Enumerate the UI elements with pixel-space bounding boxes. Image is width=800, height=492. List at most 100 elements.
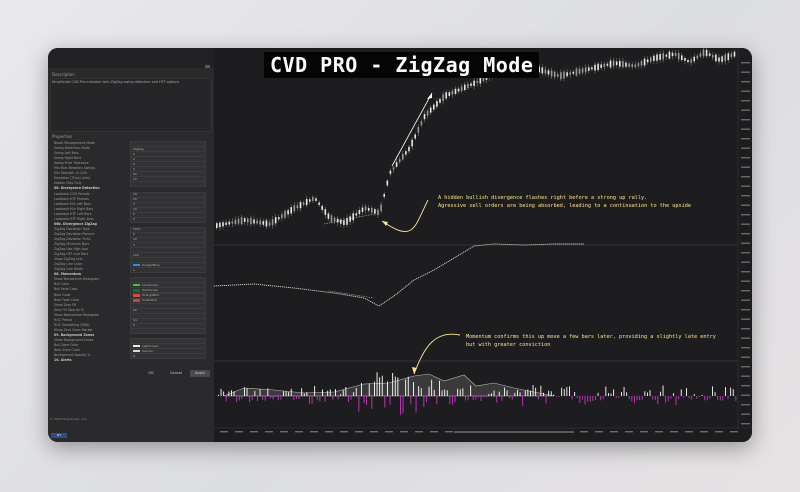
collapse-icon[interactable] — [205, 65, 210, 68]
momentum-bar — [459, 389, 461, 396]
momentum-annotation-line-2: but with greater conviction — [466, 341, 551, 348]
candle-body — [253, 219, 255, 224]
momentum-bar — [446, 390, 448, 396]
property-label: 06. Divergence Detection — [54, 186, 100, 191]
cancel-button[interactable]: Cancel — [166, 370, 186, 377]
candle-body — [302, 202, 305, 205]
momentum-bar — [657, 396, 659, 405]
time-axis-tick — [625, 431, 633, 433]
momentum-bar — [454, 396, 456, 403]
momentum-bar — [389, 396, 391, 405]
candle-body — [355, 213, 358, 216]
candle-body — [395, 162, 398, 167]
momentum-bar — [584, 396, 586, 405]
property-value-text: 100 — [133, 252, 139, 257]
property-value-text: 2 — [133, 217, 135, 222]
momentum-bar — [626, 392, 628, 396]
momentum-bar — [639, 396, 641, 401]
momentum-bar — [407, 376, 409, 396]
momentum-bar — [553, 394, 555, 396]
momentum-bar — [714, 392, 716, 396]
property-label: Swing Price Tolerance — [54, 161, 89, 166]
momentum-bar — [493, 390, 495, 396]
property-group-header[interactable]: 10. Alerts — [54, 358, 206, 363]
momentum-bar — [428, 386, 430, 396]
momentum-bar — [238, 396, 240, 401]
candle-body — [448, 92, 451, 96]
property-label: 10. Alerts — [54, 358, 72, 363]
divergence-annotation-line-1: A hidden bullish divergence flashes righ… — [438, 195, 648, 201]
momentum-bar — [306, 392, 308, 396]
chart-area[interactable]: A hidden bullish divergence flashes righ… — [213, 48, 752, 442]
momentum-bar — [415, 396, 417, 413]
price-axis-tick — [741, 90, 750, 92]
brand-badge[interactable]: NT — [51, 433, 67, 438]
candle-body — [646, 59, 649, 63]
property-value-text: 3 — [133, 202, 135, 207]
momentum-bar — [665, 396, 667, 403]
momentum-bar — [610, 393, 612, 396]
candle-body — [733, 51, 736, 57]
momentum-bar — [517, 390, 518, 396]
momentum-bar — [381, 375, 383, 396]
property-label: Lookback HTF Right Bars — [54, 216, 94, 221]
momentum-bar — [345, 386, 347, 396]
momentum-bar — [316, 396, 318, 401]
candle-body — [228, 221, 230, 225]
momentum-bar — [496, 396, 498, 403]
time-axis-tick — [430, 431, 438, 433]
price-axis-tick — [741, 328, 750, 330]
momentum-bar — [277, 396, 279, 401]
candle-body — [637, 63, 640, 66]
momentum-bar — [418, 386, 420, 396]
price-axis-tick — [741, 318, 750, 320]
momentum-bar — [368, 383, 370, 396]
momentum-bar — [439, 380, 440, 396]
momentum-bar — [314, 386, 316, 396]
candle-body — [684, 57, 686, 61]
property-value-text: 20 — [133, 192, 137, 196]
property-label: Lookback Min Left Bars — [54, 201, 91, 206]
momentum-bar — [511, 396, 513, 400]
momentum-bar — [618, 396, 620, 398]
momentum-bar — [660, 391, 661, 396]
candle-body — [333, 217, 336, 222]
candle-body — [374, 209, 376, 214]
momentum-bar — [272, 396, 274, 400]
momentum-bar — [220, 388, 222, 396]
momentum-bar — [290, 388, 292, 396]
property-label: Swing Left Bars — [54, 151, 79, 156]
momentum-bar — [649, 390, 651, 396]
momentum-bar — [556, 396, 557, 397]
candle-body — [665, 54, 668, 57]
ok-button[interactable]: OK — [144, 370, 158, 377]
candle-body — [730, 53, 733, 58]
app-window: Description NinjaScript CVD Pro indicato… — [48, 48, 752, 442]
candle-body — [327, 213, 330, 219]
momentum-bar — [636, 396, 638, 401]
momentum-bar — [706, 396, 708, 401]
momentum-bar — [613, 389, 615, 396]
candle-body — [560, 72, 562, 80]
property-label: Min Bars Between Swings — [54, 166, 95, 171]
property-label: Show ZigZag Line — [54, 257, 83, 262]
property-label: ZigZag Line Color — [54, 262, 83, 267]
candle-body — [265, 220, 268, 227]
price-chart[interactable] — [213, 48, 752, 442]
apply-button[interactable]: Apply — [190, 370, 210, 377]
candle-body — [464, 84, 466, 90]
candle-body — [653, 55, 655, 61]
momentum-bar — [558, 396, 560, 397]
candle-body — [575, 68, 578, 76]
property-value-text: LightGreen — [142, 343, 159, 348]
candle-body — [544, 69, 547, 74]
price-axis-tick — [741, 385, 750, 387]
candle-body — [240, 217, 243, 225]
property-value-text: IndianRed — [142, 298, 157, 303]
candle-body — [643, 58, 646, 66]
property-label: Show Normalized Histogram — [54, 312, 100, 317]
momentum-bar — [353, 392, 355, 396]
time-axis-tick — [370, 431, 378, 433]
time-axis-tick — [250, 431, 258, 433]
candle-body — [358, 210, 361, 215]
